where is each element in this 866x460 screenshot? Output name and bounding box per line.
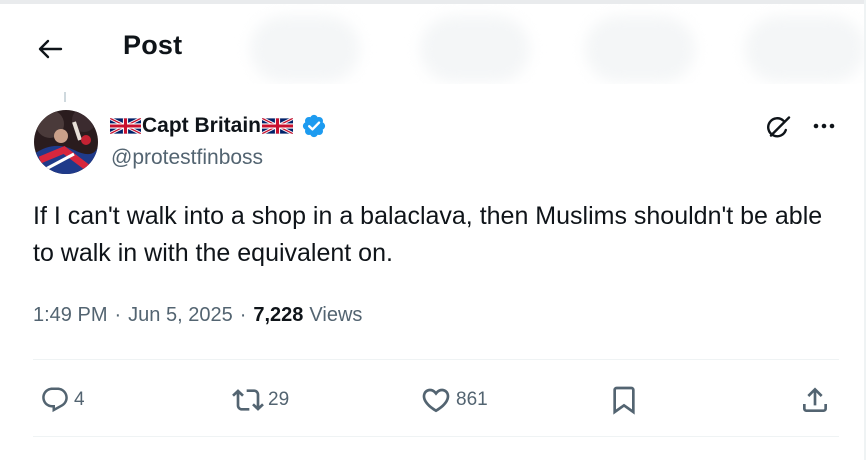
author-display-name[interactable]: Capt Britain <box>142 114 261 138</box>
tweet-text: If I can't walk into a shop in a balacla… <box>33 202 823 267</box>
author-handle[interactable]: @protestfinboss <box>111 146 263 170</box>
bookmark-icon <box>613 386 635 415</box>
share-icon <box>803 387 827 412</box>
bookmark-button[interactable] <box>608 380 640 420</box>
more-options-button[interactable] <box>808 112 840 140</box>
views-label: Views <box>309 304 363 326</box>
arrow-left-icon <box>38 39 63 59</box>
divider <box>33 359 839 360</box>
reply-button[interactable]: 4 <box>40 380 85 420</box>
separator: · <box>239 304 247 326</box>
share-button[interactable] <box>799 380 831 420</box>
grok-button[interactable] <box>762 112 794 144</box>
tweet-time[interactable]: 1:49 PM <box>33 304 107 327</box>
back-button[interactable] <box>30 32 70 66</box>
blurred-background <box>745 16 864 82</box>
repost-icon <box>232 389 264 411</box>
author-name-row: Capt Britain <box>110 112 327 140</box>
tweet-metadata: 1:49 PM · Jun 5, 2025 · 7,228 Views <box>33 304 362 327</box>
reply-icon <box>42 387 68 413</box>
reply-count: 4 <box>74 389 85 410</box>
like-button[interactable]: 861 <box>420 380 488 420</box>
page-title: Post <box>123 30 183 60</box>
post-header: Post <box>0 4 864 84</box>
heart-icon <box>422 388 450 413</box>
divider <box>33 436 839 437</box>
verified-badge-icon[interactable] <box>301 113 327 139</box>
union-jack-flag-icon <box>262 118 294 134</box>
tweet-date[interactable]: Jun 5, 2025 <box>128 304 233 327</box>
blurred-background <box>250 16 360 82</box>
repost-count: 29 <box>268 389 290 410</box>
more-horizontal-icon <box>813 123 835 129</box>
avatar-image <box>34 110 98 174</box>
repost-button[interactable]: 29 <box>232 380 289 420</box>
grok-icon <box>767 116 791 138</box>
thread-line <box>64 92 66 102</box>
blurred-background <box>585 16 695 82</box>
avatar[interactable] <box>34 110 98 174</box>
views-count[interactable]: 7,228 <box>253 304 303 327</box>
union-jack-flag-icon <box>110 118 141 134</box>
separator: · <box>114 304 122 326</box>
blurred-background <box>420 16 530 82</box>
like-count: 861 <box>456 389 488 410</box>
